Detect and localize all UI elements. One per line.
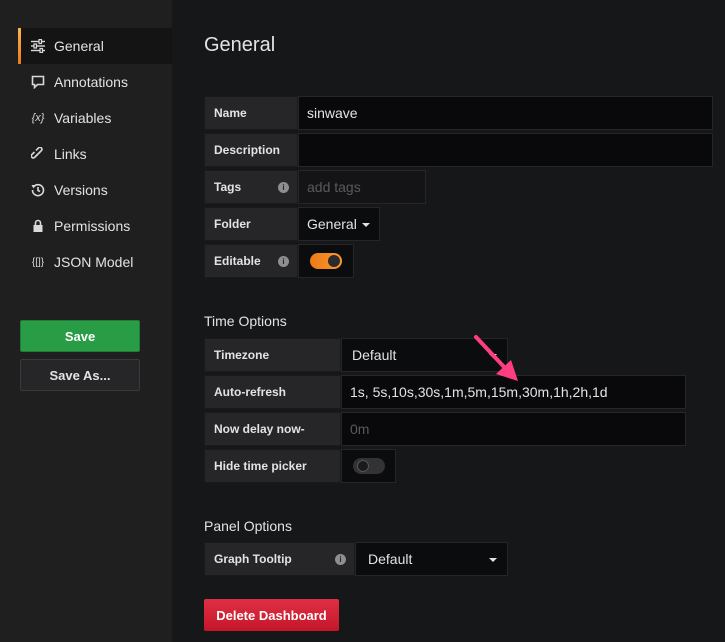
hidepicker-row: Hide time picker — [204, 449, 396, 483]
panel-options-title: Panel Options — [204, 518, 292, 534]
description-input[interactable] — [298, 133, 713, 167]
save-as-button[interactable]: Save As... — [20, 359, 140, 391]
lock-icon — [30, 218, 46, 234]
editable-toggle-cell — [298, 244, 354, 278]
hidepicker-toggle-cell — [341, 449, 396, 483]
history-icon — [30, 182, 46, 198]
variable-icon: {x} — [31, 112, 45, 124]
link-icon — [30, 146, 46, 162]
settings-nav: General Annotations {x} Variables Links … — [18, 28, 172, 280]
editable-toggle[interactable] — [310, 253, 342, 269]
nav-item-label: JSON Model — [54, 254, 134, 270]
time-options-title: Time Options — [204, 313, 287, 329]
editable-label-cell: Editable i — [204, 244, 298, 278]
hidepicker-toggle[interactable] — [352, 458, 385, 474]
nav-item-permissions[interactable]: Permissions — [18, 208, 172, 244]
caret-down-icon — [362, 223, 370, 227]
nav-item-label: Links — [54, 146, 87, 162]
editable-label: Editable — [214, 254, 261, 268]
description-label: Description — [204, 133, 298, 167]
autorefresh-label: Auto-refresh — [204, 375, 341, 409]
toggle-knob — [356, 460, 369, 472]
save-button[interactable]: Save — [20, 320, 140, 352]
settings-sidebar: General Annotations {x} Variables Links … — [0, 0, 172, 642]
graph-tooltip-label-cell: Graph Tooltip i — [204, 542, 355, 576]
hidepicker-label: Hide time picker — [204, 449, 341, 483]
folder-label: Folder — [204, 207, 298, 241]
nav-item-links[interactable]: Links — [18, 136, 172, 172]
timezone-label: Timezone — [204, 338, 341, 372]
timezone-row: Timezone Default — [204, 338, 508, 372]
nowdelay-input[interactable]: 0m — [341, 412, 686, 446]
autorefresh-row: Auto-refresh 1s, 5s,10s,30s,1m,5m,15m,30… — [204, 375, 686, 409]
page-title: General — [204, 34, 276, 56]
comment-icon — [30, 74, 46, 90]
info-icon[interactable]: i — [278, 181, 289, 193]
nav-item-versions[interactable]: Versions — [18, 172, 172, 208]
tags-label-cell: Tags i — [204, 170, 298, 204]
name-row: Name sinwave — [204, 96, 713, 130]
caret-down-icon — [489, 558, 497, 562]
folder-select[interactable]: General — [298, 207, 380, 241]
nav-item-variables[interactable]: {x} Variables — [18, 100, 172, 136]
delete-dashboard-button[interactable]: Delete Dashboard — [204, 599, 339, 631]
tags-label: Tags — [214, 180, 242, 194]
settings-main: General Name sinwave Description Tags i … — [172, 0, 725, 642]
nav-item-label: Permissions — [54, 218, 131, 234]
annotation-arrow-icon — [474, 335, 518, 381]
nowdelay-row: Now delay now- 0m — [204, 412, 686, 446]
folder-select-value: General — [307, 216, 357, 232]
nav-item-label: Versions — [54, 182, 108, 198]
editable-row: Editable i — [204, 244, 354, 278]
graph-tooltip-select-value: Default — [368, 551, 413, 567]
info-icon[interactable]: i — [278, 255, 289, 267]
toggle-knob — [328, 255, 340, 267]
tags-row: Tags i add tags — [204, 170, 426, 204]
graph-tooltip-select[interactable]: Default — [355, 542, 508, 576]
nav-item-label: General — [54, 38, 104, 54]
name-label: Name — [204, 96, 298, 130]
graph-tooltip-row: Graph Tooltip i Default — [204, 542, 508, 576]
nowdelay-label: Now delay now- — [204, 412, 341, 446]
json-icon: {[]} — [31, 256, 45, 268]
info-icon[interactable]: i — [335, 553, 346, 565]
nav-item-annotations[interactable]: Annotations — [18, 64, 172, 100]
nav-item-label: Annotations — [54, 74, 128, 90]
graph-tooltip-label: Graph Tooltip — [214, 552, 292, 566]
name-input[interactable]: sinwave — [298, 96, 713, 130]
nav-item-general[interactable]: General — [18, 28, 172, 64]
timezone-select-value: Default — [352, 347, 397, 363]
nav-item-json-model[interactable]: {[]} JSON Model — [18, 244, 172, 280]
sliders-icon — [30, 38, 46, 54]
nav-item-label: Variables — [54, 110, 112, 126]
description-row: Description — [204, 133, 713, 167]
tags-input[interactable]: add tags — [298, 170, 426, 204]
folder-row: Folder General — [204, 207, 380, 241]
